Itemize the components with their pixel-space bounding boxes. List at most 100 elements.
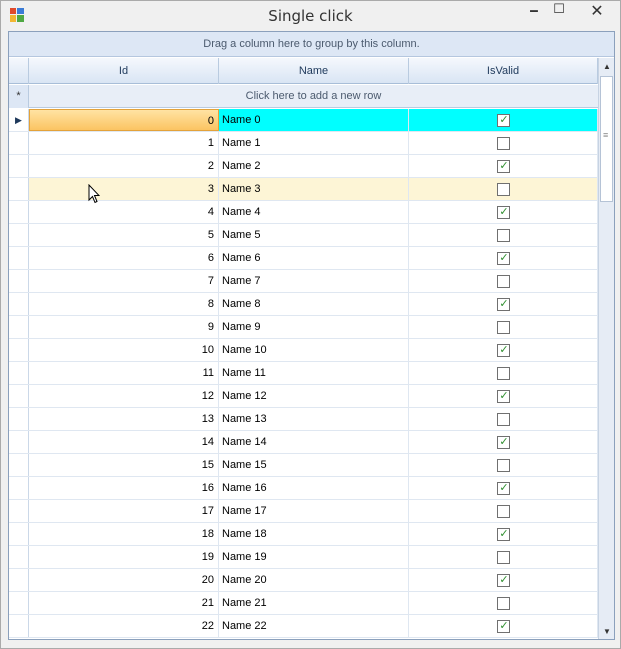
cell-id[interactable]: 11 bbox=[29, 362, 219, 384]
row-indicator[interactable] bbox=[9, 523, 29, 545]
cell-id[interactable]: 22 bbox=[29, 615, 219, 637]
cell-name[interactable]: Name 15 bbox=[219, 454, 409, 476]
column-header-name[interactable]: Name bbox=[219, 58, 409, 84]
row-indicator[interactable] bbox=[9, 385, 29, 407]
cell-id[interactable]: 1 bbox=[29, 132, 219, 154]
cell-id[interactable]: 16 bbox=[29, 477, 219, 499]
checkbox-unchecked[interactable] bbox=[497, 229, 510, 242]
row-indicator[interactable] bbox=[9, 362, 29, 384]
table-row[interactable]: 1 Name 1 bbox=[9, 132, 598, 155]
cell-isvalid[interactable] bbox=[409, 500, 598, 522]
checkbox-checked[interactable]: ✓ bbox=[497, 620, 510, 633]
checkbox-checked[interactable]: ✓ bbox=[497, 298, 510, 311]
cell-name[interactable]: Name 16 bbox=[219, 477, 409, 499]
cell-name[interactable]: Name 1 bbox=[219, 132, 409, 154]
add-new-row[interactable]: * Click here to add a new row bbox=[9, 85, 598, 108]
cell-isvalid[interactable]: ✓ bbox=[409, 293, 598, 315]
table-row[interactable]: 21 Name 21 bbox=[9, 592, 598, 615]
vertical-scrollbar[interactable]: ▲ ≡ ▼ bbox=[598, 58, 614, 639]
cell-name[interactable]: Name 13 bbox=[219, 408, 409, 430]
row-indicator[interactable] bbox=[9, 224, 29, 246]
cell-isvalid[interactable]: ✓ bbox=[409, 201, 598, 223]
cell-isvalid[interactable] bbox=[409, 454, 598, 476]
checkbox-checked[interactable]: ✓ bbox=[497, 574, 510, 587]
data-grid[interactable]: Drag a column here to group by this colu… bbox=[8, 31, 615, 640]
title-bar[interactable]: Single click 🗕 ☐ ✕ bbox=[1, 1, 620, 30]
cell-isvalid[interactable]: ✓ bbox=[409, 477, 598, 499]
row-indicator[interactable] bbox=[9, 477, 29, 499]
cell-id[interactable]: 15 bbox=[29, 454, 219, 476]
cell-isvalid[interactable] bbox=[409, 408, 598, 430]
cell-name[interactable]: Name 14 bbox=[219, 431, 409, 453]
checkbox-checked[interactable]: ✓ bbox=[497, 482, 510, 495]
checkbox-checked[interactable]: ✓ bbox=[497, 436, 510, 449]
cell-isvalid[interactable]: ✓ bbox=[409, 523, 598, 545]
row-indicator[interactable] bbox=[9, 569, 29, 591]
cell-id[interactable]: 21 bbox=[29, 592, 219, 614]
checkbox-checked[interactable]: ✓ bbox=[497, 206, 510, 219]
checkbox-checked[interactable]: ✓ bbox=[497, 114, 510, 127]
table-row[interactable]: 12 Name 12 ✓ bbox=[9, 385, 598, 408]
cell-name[interactable]: Name 8 bbox=[219, 293, 409, 315]
cell-name[interactable]: Name 20 bbox=[219, 569, 409, 591]
cell-id[interactable]: 13 bbox=[29, 408, 219, 430]
checkbox-checked[interactable]: ✓ bbox=[497, 528, 510, 541]
table-row[interactable]: 6 Name 6 ✓ bbox=[9, 247, 598, 270]
cell-isvalid[interactable] bbox=[409, 270, 598, 292]
cell-isvalid[interactable] bbox=[409, 592, 598, 614]
cell-name[interactable]: Name 5 bbox=[219, 224, 409, 246]
checkbox-unchecked[interactable] bbox=[497, 275, 510, 288]
cell-name[interactable]: Name 22 bbox=[219, 615, 409, 637]
table-row[interactable]: 17 Name 17 bbox=[9, 500, 598, 523]
close-button[interactable]: ✕ bbox=[579, 1, 615, 23]
scrollbar-thumb[interactable]: ≡ bbox=[600, 76, 613, 202]
table-row[interactable]: 2 Name 2 ✓ bbox=[9, 155, 598, 178]
row-indicator[interactable] bbox=[9, 500, 29, 522]
row-indicator[interactable] bbox=[9, 155, 29, 177]
table-row[interactable]: 7 Name 7 bbox=[9, 270, 598, 293]
cell-isvalid[interactable] bbox=[409, 132, 598, 154]
cell-isvalid[interactable]: ✓ bbox=[409, 615, 598, 637]
group-by-panel[interactable]: Drag a column here to group by this colu… bbox=[9, 32, 614, 57]
cell-id[interactable]: 20 bbox=[29, 569, 219, 591]
checkbox-unchecked[interactable] bbox=[497, 137, 510, 150]
minimize-button[interactable]: 🗕 bbox=[523, 1, 545, 23]
column-header-isvalid[interactable]: IsValid bbox=[409, 58, 598, 84]
cell-name[interactable]: Name 4 bbox=[219, 201, 409, 223]
cell-isvalid[interactable] bbox=[409, 224, 598, 246]
cell-id[interactable]: 4 bbox=[29, 201, 219, 223]
cell-name[interactable]: Name 9 bbox=[219, 316, 409, 338]
table-row[interactable]: 9 Name 9 bbox=[9, 316, 598, 339]
row-indicator[interactable] bbox=[9, 247, 29, 269]
table-row[interactable]: 18 Name 18 ✓ bbox=[9, 523, 598, 546]
table-row[interactable]: 4 Name 4 ✓ bbox=[9, 201, 598, 224]
cell-name[interactable]: Name 7 bbox=[219, 270, 409, 292]
cell-name[interactable]: Name 3 bbox=[219, 178, 409, 200]
cell-isvalid[interactable]: ✓ bbox=[409, 155, 598, 177]
table-row[interactable]: 22 Name 22 ✓ bbox=[9, 615, 598, 638]
table-row[interactable]: 13 Name 13 bbox=[9, 408, 598, 431]
cell-id[interactable]: 18 bbox=[29, 523, 219, 545]
table-row[interactable]: 11 Name 11 bbox=[9, 362, 598, 385]
cell-id[interactable]: 8 bbox=[29, 293, 219, 315]
row-indicator[interactable] bbox=[9, 270, 29, 292]
cell-name[interactable]: Name 2 bbox=[219, 155, 409, 177]
row-indicator[interactable] bbox=[9, 178, 29, 200]
cell-isvalid[interactable] bbox=[409, 362, 598, 384]
table-row[interactable]: 8 Name 8 ✓ bbox=[9, 293, 598, 316]
cell-name[interactable]: Name 11 bbox=[219, 362, 409, 384]
checkbox-checked[interactable]: ✓ bbox=[497, 390, 510, 403]
cell-name[interactable]: Name 6 bbox=[219, 247, 409, 269]
cell-id[interactable]: 17 bbox=[29, 500, 219, 522]
cell-isvalid[interactable]: ✓ bbox=[409, 431, 598, 453]
table-row[interactable]: 10 Name 10 ✓ bbox=[9, 339, 598, 362]
table-row[interactable]: ▶ 0 Name 0 ✓ bbox=[9, 109, 598, 132]
cell-isvalid[interactable]: ✓ bbox=[409, 247, 598, 269]
cell-id[interactable]: 10 bbox=[29, 339, 219, 361]
maximize-button[interactable]: ☐ bbox=[548, 1, 570, 23]
checkbox-unchecked[interactable] bbox=[497, 321, 510, 334]
cell-isvalid[interactable]: ✓ bbox=[409, 385, 598, 407]
row-indicator[interactable] bbox=[9, 546, 29, 568]
scroll-down-icon[interactable]: ▼ bbox=[599, 625, 614, 639]
cell-name[interactable]: Name 0 bbox=[219, 109, 409, 131]
